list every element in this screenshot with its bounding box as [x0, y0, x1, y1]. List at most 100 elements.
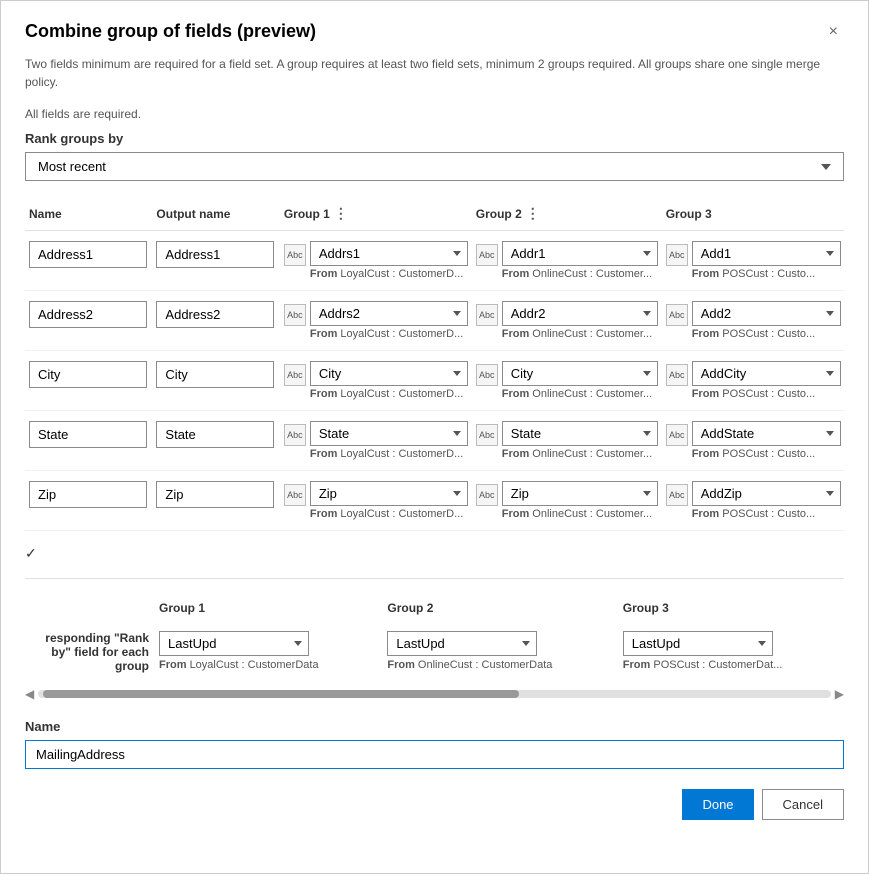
- abc-icon: Abc: [476, 244, 498, 266]
- row-group2-select[interactable]: Zip: [502, 481, 658, 506]
- name-section: Name: [25, 719, 844, 769]
- abc-icon: Abc: [666, 304, 688, 326]
- row-group1-from: From LoyalCust : CustomerD...: [310, 448, 468, 460]
- row-group3-from: From POSCust : Custo...: [692, 328, 841, 340]
- row-group3-from: From POSCust : Custo...: [692, 448, 841, 460]
- abc-icon: Abc: [284, 424, 306, 446]
- table-row: AbcZipFrom LoyalCust : CustomerD...AbcZi…: [25, 471, 844, 531]
- row-group2-select[interactable]: State: [502, 421, 658, 446]
- name-input[interactable]: [25, 740, 844, 769]
- row-name-input[interactable]: [29, 301, 147, 328]
- rank-groups-label: Rank groups by: [25, 131, 844, 146]
- abc-icon: Abc: [476, 424, 498, 446]
- row-group1-select[interactable]: State: [310, 421, 468, 446]
- rank-group1-header: Group 1: [159, 601, 369, 615]
- scrollbar-track[interactable]: [38, 690, 831, 698]
- row-group2-select[interactable]: Addr1: [502, 241, 658, 266]
- abc-icon: Abc: [476, 484, 498, 506]
- rank-group2-header: Group 2: [387, 601, 604, 615]
- row-name-input[interactable]: [29, 241, 147, 268]
- scroll-right-icon[interactable]: ▶: [835, 687, 844, 701]
- rank-group1-select[interactable]: LastUpd: [159, 631, 309, 656]
- table-row: AbcAddrs2From LoyalCust : CustomerD...Ab…: [25, 291, 844, 351]
- row-group1-select[interactable]: Addrs1: [310, 241, 468, 266]
- row-group2-from: From OnlineCust : Customer...: [502, 508, 658, 520]
- row-group2-from: From OnlineCust : Customer...: [502, 268, 658, 280]
- close-button[interactable]: ×: [823, 21, 844, 43]
- rank-group3-from: From POSCust : CustomerDat...: [623, 659, 834, 671]
- footer-buttons: Done Cancel: [25, 789, 844, 820]
- checkmark-area: ✓: [25, 539, 844, 568]
- row-name-input[interactable]: [29, 421, 147, 448]
- abc-icon: Abc: [476, 364, 498, 386]
- rank-table: Group 1 Group 2 Group 3 responding "Rank…: [25, 595, 844, 679]
- rank-group2-from: From OnlineCust : CustomerData: [387, 659, 604, 671]
- table-row: AbcAddrs1From LoyalCust : CustomerD...Ab…: [25, 231, 844, 291]
- abc-icon: Abc: [666, 364, 688, 386]
- th-group3: Group 3: [662, 199, 844, 231]
- scrollbar-area: ◀ ▶: [25, 679, 844, 709]
- row-group2-select[interactable]: City: [502, 361, 658, 386]
- row-name-input[interactable]: [29, 481, 147, 508]
- done-button[interactable]: Done: [682, 789, 753, 820]
- group1-menu-icon[interactable]: ⋮: [334, 205, 348, 222]
- table-row: AbcCityFrom LoyalCust : CustomerD...AbcC…: [25, 351, 844, 411]
- abc-icon: Abc: [284, 364, 306, 386]
- rank-section: Group 1 Group 2 Group 3 responding "Rank…: [25, 578, 844, 679]
- all-required-label: All fields are required.: [25, 107, 844, 121]
- fields-table: Name Output name Group 1 ⋮ Group 2 ⋮: [25, 199, 844, 531]
- row-group2-select[interactable]: Addr2: [502, 301, 658, 326]
- rank-section-label: responding "Rank by" field for each grou…: [27, 627, 157, 677]
- row-group3-from: From POSCust : Custo...: [692, 508, 841, 520]
- row-output-input[interactable]: [156, 241, 274, 268]
- row-group3-from: From POSCust : Custo...: [692, 268, 841, 280]
- row-output-input[interactable]: [156, 481, 274, 508]
- row-group3-select[interactable]: AddCity: [692, 361, 841, 386]
- row-group1-select[interactable]: Zip: [310, 481, 468, 506]
- row-group2-from: From OnlineCust : Customer...: [502, 388, 658, 400]
- dialog-title: Combine group of fields (preview): [25, 21, 316, 42]
- group2-menu-icon[interactable]: ⋮: [526, 205, 540, 222]
- th-group2: Group 2 ⋮: [472, 199, 662, 231]
- table-row: AbcStateFrom LoyalCust : CustomerD...Abc…: [25, 411, 844, 471]
- rank-group3-select[interactable]: LastUpd: [623, 631, 773, 656]
- cancel-button[interactable]: Cancel: [762, 789, 844, 820]
- scroll-left-icon[interactable]: ◀: [25, 687, 34, 701]
- abc-icon: Abc: [476, 304, 498, 326]
- rank-group3-header: Group 3: [623, 601, 834, 615]
- abc-icon: Abc: [284, 244, 306, 266]
- th-name: Name: [25, 199, 152, 231]
- row-group3-select[interactable]: AddState: [692, 421, 841, 446]
- abc-icon: Abc: [284, 484, 306, 506]
- row-group1-from: From LoyalCust : CustomerD...: [310, 328, 468, 340]
- abc-icon: Abc: [666, 244, 688, 266]
- row-group2-from: From OnlineCust : Customer...: [502, 448, 658, 460]
- row-group2-from: From OnlineCust : Customer...: [502, 328, 658, 340]
- row-group3-select[interactable]: Add2: [692, 301, 841, 326]
- rank-groups-select[interactable]: Most recent: [25, 152, 844, 181]
- fields-table-wrap: Name Output name Group 1 ⋮ Group 2 ⋮: [25, 199, 844, 531]
- row-group1-from: From LoyalCust : CustomerD...: [310, 508, 468, 520]
- row-group3-select[interactable]: Add1: [692, 241, 841, 266]
- th-group1: Group 1 ⋮: [280, 199, 472, 231]
- th-output-name: Output name: [152, 199, 279, 231]
- row-output-input[interactable]: [156, 361, 274, 388]
- row-output-input[interactable]: [156, 421, 274, 448]
- abc-icon: Abc: [666, 424, 688, 446]
- abc-icon: Abc: [284, 304, 306, 326]
- row-group1-select[interactable]: City: [310, 361, 468, 386]
- row-group1-from: From LoyalCust : CustomerD...: [310, 388, 468, 400]
- abc-icon: Abc: [666, 484, 688, 506]
- row-group3-from: From POSCust : Custo...: [692, 388, 841, 400]
- name-section-label: Name: [25, 719, 844, 734]
- dialog-description: Two fields minimum are required for a fi…: [25, 55, 844, 91]
- row-group3-select[interactable]: AddZip: [692, 481, 841, 506]
- row-group1-from: From LoyalCust : CustomerD...: [310, 268, 468, 280]
- row-group1-select[interactable]: Addrs2: [310, 301, 468, 326]
- row-output-input[interactable]: [156, 301, 274, 328]
- checkmark-icon: ✓: [25, 545, 37, 561]
- rank-group2-select[interactable]: LastUpd: [387, 631, 537, 656]
- scrollbar-thumb: [43, 690, 519, 698]
- row-name-input[interactable]: [29, 361, 147, 388]
- rank-group1-from: From LoyalCust : CustomerData: [159, 659, 369, 671]
